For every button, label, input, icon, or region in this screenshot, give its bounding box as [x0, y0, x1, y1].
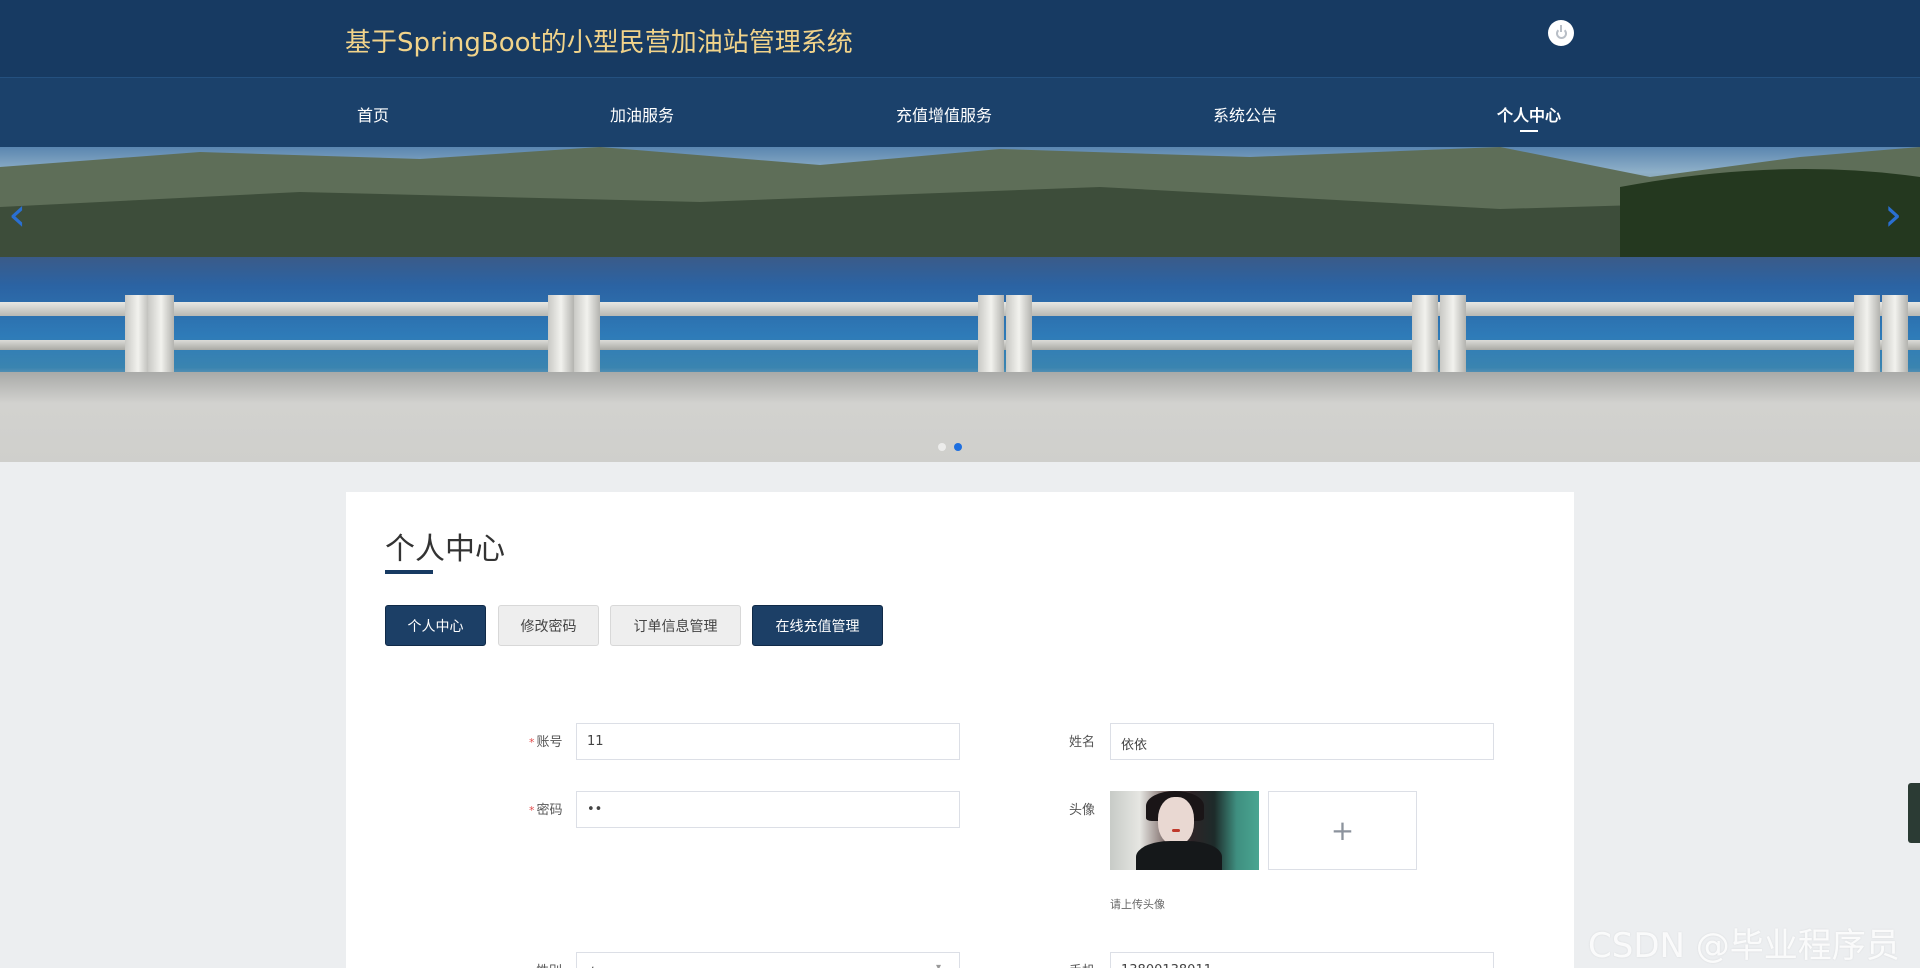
gender-label: 性别	[536, 960, 562, 968]
tab-order-management[interactable]: 订单信息管理	[610, 605, 741, 646]
watermark: CSDN @毕业程序员	[1588, 926, 1900, 966]
bridge-post	[1854, 295, 1880, 375]
chevron-down-icon[interactable]: ▾	[936, 962, 941, 968]
name-field[interactable]: 依依	[1110, 723, 1494, 760]
banner-landscape-image	[0, 147, 1920, 257]
avatar-upload-hint: 请上传头像	[1110, 898, 1165, 911]
chevron-right-icon[interactable]: ›	[1884, 187, 1902, 241]
banner-carousel: ‹ ›	[0, 147, 1920, 462]
top-header: 基于SpringBoot的小型民营加油站管理系统	[0, 0, 1920, 77]
bridge-post	[548, 295, 574, 375]
tab-recharge-management[interactable]: 在线充值管理	[752, 605, 883, 646]
avatar-image[interactable]	[1110, 791, 1259, 870]
nav-item-home[interactable]: 首页	[357, 102, 389, 126]
bridge-post	[1882, 295, 1908, 375]
bridge-rail-top	[0, 302, 1920, 316]
bridge-rail-bottom	[0, 340, 1920, 350]
bridge-post	[574, 295, 600, 375]
main-nav: 首页 加油服务 充值增值服务 系统公告 个人中心	[0, 77, 1920, 147]
password-label: * 密码	[529, 803, 563, 818]
name-label: 姓名	[1069, 735, 1096, 750]
chevron-left-icon[interactable]: ‹	[8, 187, 26, 241]
nav-item-recharge-service[interactable]: 充值增值服务	[896, 102, 992, 126]
bridge-post	[148, 295, 174, 375]
bridge-post	[1412, 295, 1438, 375]
tab-personal-center[interactable]: 个人中心	[385, 605, 486, 646]
carousel-dot[interactable]	[938, 443, 946, 451]
upload-plus-icon[interactable]: +	[1268, 791, 1417, 870]
tab-change-password[interactable]: 修改密码	[498, 605, 599, 646]
bridge-post	[1006, 295, 1032, 375]
carousel-indicators	[938, 443, 962, 451]
nav-item-personal-center[interactable]: 个人中心	[1497, 102, 1561, 132]
phone-field[interactable]: 13800138011	[1110, 952, 1494, 968]
content-card: 个人中心 个人中心 修改密码 订单信息管理 在线充值管理 * 账号 11 姓名 依…	[346, 492, 1574, 968]
nav-item-fuel-service[interactable]: 加油服务	[610, 102, 674, 126]
account-label: * 账号	[529, 735, 563, 750]
title-underline	[385, 570, 433, 574]
site-title: 基于SpringBoot的小型民营加油站管理系统	[345, 28, 853, 58]
page-title: 个人中心	[385, 532, 505, 567]
password-field[interactable]: ••	[576, 791, 960, 828]
bridge-post	[1440, 295, 1466, 375]
phone-label: 手机	[1069, 960, 1095, 968]
carousel-dot-active[interactable]	[954, 443, 962, 451]
nav-item-announcements[interactable]: 系统公告	[1213, 102, 1277, 126]
gender-select[interactable]: 女	[576, 952, 960, 968]
bridge-post	[978, 295, 1004, 375]
avatar-label: 头像	[1069, 803, 1096, 818]
account-field[interactable]: 11	[576, 723, 960, 760]
side-drawer-handle[interactable]	[1908, 783, 1920, 843]
logout-power-icon[interactable]	[1548, 20, 1574, 46]
